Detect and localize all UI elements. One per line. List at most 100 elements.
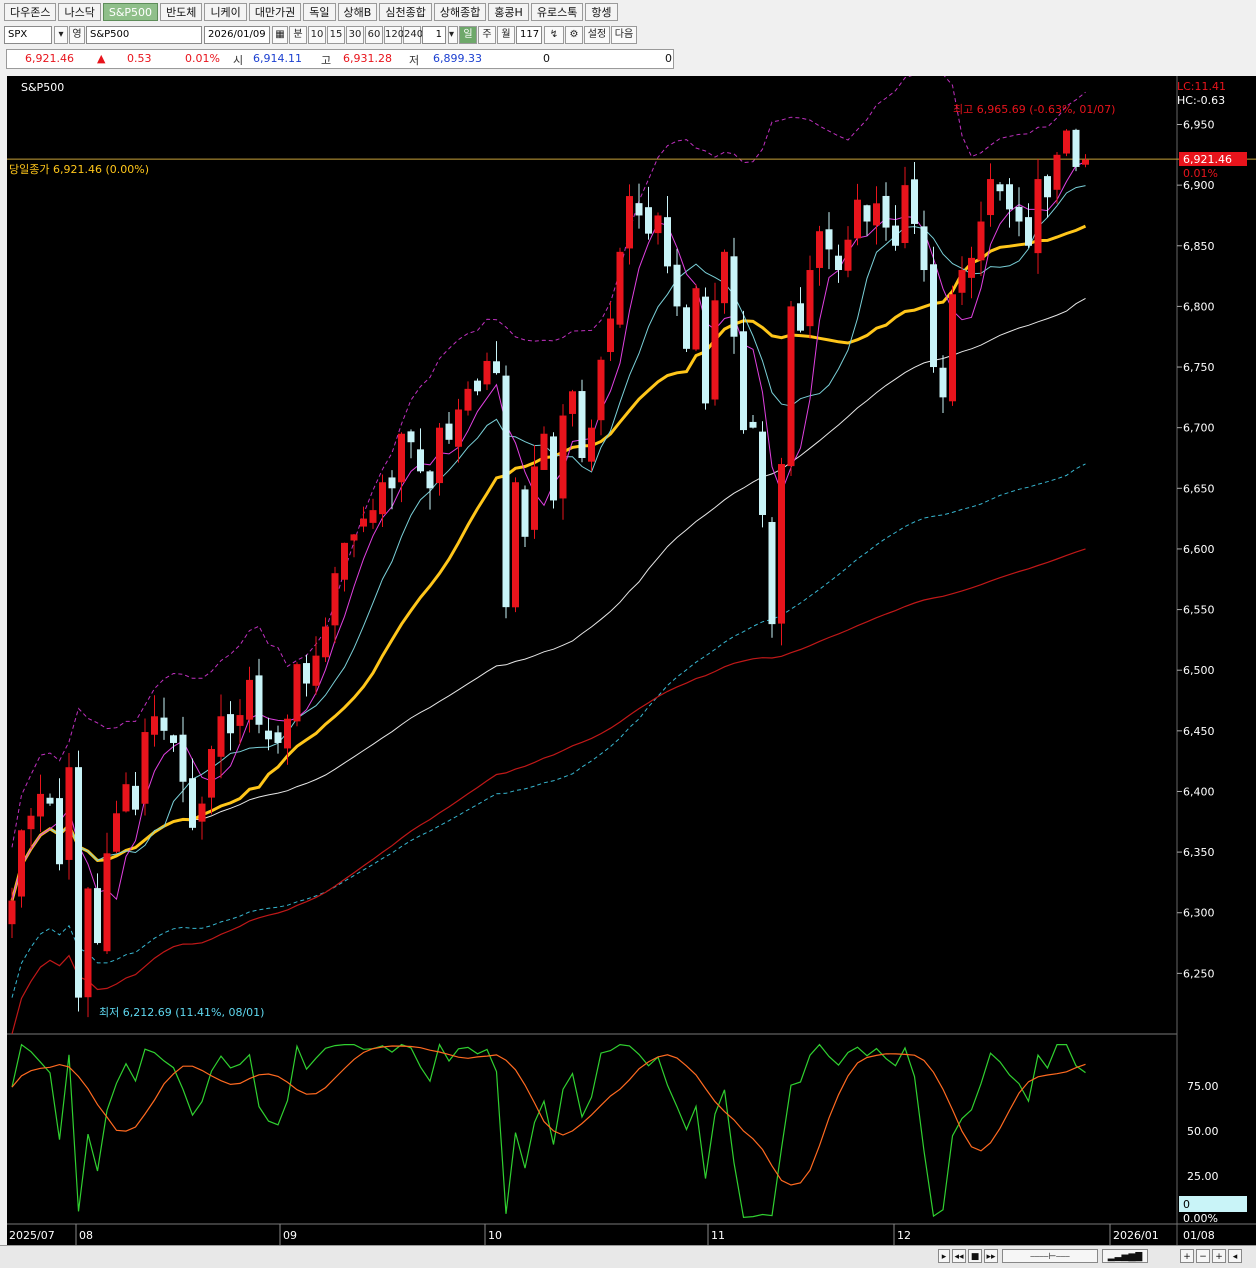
candle-body[interactable] xyxy=(455,409,462,447)
symbol-dropdown-icon[interactable]: ▾ xyxy=(54,26,68,44)
interval-button-60[interactable]: 60 xyxy=(365,26,383,44)
candle-body[interactable] xyxy=(388,477,396,489)
candle-body[interactable] xyxy=(521,489,529,537)
candle-body[interactable] xyxy=(246,679,253,720)
candle-body[interactable] xyxy=(331,573,339,626)
candle-body[interactable] xyxy=(768,521,776,625)
scroll-right-icon[interactable]: ▸ xyxy=(938,1249,950,1263)
candle-body[interactable] xyxy=(540,433,548,470)
candle-body[interactable] xyxy=(122,784,130,812)
candle-body[interactable] xyxy=(303,663,310,684)
candle-body[interactable] xyxy=(208,749,215,798)
candle-body[interactable] xyxy=(616,251,624,325)
candle-body[interactable] xyxy=(445,423,453,440)
candle-body[interactable] xyxy=(863,205,871,222)
tab-2[interactable]: S&P500 xyxy=(102,3,159,21)
candle-body[interactable] xyxy=(322,626,329,658)
candle-body[interactable] xyxy=(198,803,206,822)
candle-body[interactable] xyxy=(749,421,757,428)
candle-body[interactable] xyxy=(626,196,633,249)
tab-10[interactable]: 홍콩H xyxy=(488,3,529,21)
symbol-code-input[interactable]: SPX xyxy=(4,26,52,44)
candle-body[interactable] xyxy=(692,288,700,350)
candle-body[interactable] xyxy=(27,815,35,830)
candle-body[interactable] xyxy=(350,534,358,541)
interval-button-240[interactable]: 240 xyxy=(403,26,423,44)
candle-body[interactable] xyxy=(284,718,291,749)
candle-body[interactable] xyxy=(379,482,386,515)
tab-0[interactable]: 다우존스 xyxy=(4,3,57,21)
candle-body[interactable] xyxy=(654,215,662,234)
candle-body[interactable] xyxy=(151,716,158,735)
candle-body[interactable] xyxy=(844,239,852,271)
candle-body[interactable] xyxy=(778,464,785,624)
tab-6[interactable]: 독일 xyxy=(303,3,336,21)
scroll-last-icon[interactable]: ▸▸ xyxy=(984,1249,998,1263)
candle-body[interactable] xyxy=(683,307,690,349)
period-week-button[interactable]: 주 xyxy=(478,26,496,44)
candle-body[interactable] xyxy=(958,270,966,293)
trend-tool-icon[interactable]: ↯ xyxy=(544,26,564,44)
candle-body[interactable] xyxy=(607,318,614,353)
zoom-in-icon[interactable]: + xyxy=(1180,1249,1194,1263)
scroll-end-icon[interactable]: ◂ xyxy=(1228,1249,1242,1263)
candle-body[interactable] xyxy=(341,542,348,580)
candle-body[interactable] xyxy=(835,255,842,271)
candle-body[interactable] xyxy=(1082,159,1089,165)
candle-body[interactable] xyxy=(873,203,880,226)
candle-body[interactable] xyxy=(825,229,833,250)
candle-body[interactable] xyxy=(816,231,823,268)
tab-4[interactable]: 니케이 xyxy=(204,3,247,21)
candle-body[interactable] xyxy=(1025,217,1032,246)
candle-body[interactable] xyxy=(1072,129,1080,167)
candle-body[interactable] xyxy=(892,225,899,246)
candle-body[interactable] xyxy=(930,264,937,368)
candle-body[interactable] xyxy=(911,179,918,224)
candle-body[interactable] xyxy=(920,226,928,271)
candle-body[interactable] xyxy=(255,675,263,725)
candle-body[interactable] xyxy=(702,296,709,404)
candle-body[interactable] xyxy=(968,257,975,278)
candle-body[interactable] xyxy=(8,900,16,925)
language-toggle[interactable]: 영 xyxy=(69,26,85,44)
period-month-button[interactable]: 월 xyxy=(497,26,515,44)
candle-body[interactable] xyxy=(113,813,120,852)
tab-11[interactable]: 유로스톡 xyxy=(530,3,584,21)
candle-body[interactable] xyxy=(1006,184,1013,210)
candle-body[interactable] xyxy=(417,449,424,472)
candle-body[interactable] xyxy=(569,391,576,414)
settings-button[interactable]: 설정 xyxy=(584,26,610,44)
candle-body[interactable] xyxy=(635,203,643,216)
scroll-first-icon[interactable]: ◂◂ xyxy=(952,1249,966,1263)
zoom-step-bar[interactable]: ▂▃▅▆▇ xyxy=(1102,1249,1148,1263)
candle-body[interactable] xyxy=(360,518,367,527)
candle-body[interactable] xyxy=(265,730,272,740)
candle-body[interactable] xyxy=(1044,176,1051,198)
candle-body[interactable] xyxy=(711,300,719,400)
candle-body[interactable] xyxy=(901,185,909,244)
candle-body[interactable] xyxy=(588,427,595,462)
interval-button-30[interactable]: 30 xyxy=(346,26,364,44)
candle-body[interactable] xyxy=(189,778,196,828)
candle-body[interactable] xyxy=(987,179,994,216)
candle-body[interactable] xyxy=(1034,179,1042,254)
next-button[interactable]: 다음 xyxy=(611,26,637,44)
candle-body[interactable] xyxy=(75,767,82,998)
zoom-out-icon[interactable]: − xyxy=(1196,1249,1210,1263)
candle-body[interactable] xyxy=(597,359,605,421)
candle-body[interactable] xyxy=(806,270,814,327)
tab-8[interactable]: 심천종합 xyxy=(379,3,432,21)
candle-body[interactable] xyxy=(293,664,301,722)
candle-body[interactable] xyxy=(407,431,415,443)
tab-1[interactable]: 나스닥 xyxy=(58,3,101,21)
candle-body[interactable] xyxy=(236,715,244,726)
candle-body[interactable] xyxy=(673,264,681,307)
candle-body[interactable] xyxy=(56,798,63,865)
candle-body[interactable] xyxy=(37,793,44,817)
candle-body[interactable] xyxy=(645,207,652,234)
candle-body[interactable] xyxy=(141,732,149,804)
candle-body[interactable] xyxy=(531,466,538,530)
stop-icon[interactable]: ■ xyxy=(968,1249,982,1263)
candle-body[interactable] xyxy=(274,732,282,743)
bar-count-field[interactable]: 117 xyxy=(516,26,542,44)
